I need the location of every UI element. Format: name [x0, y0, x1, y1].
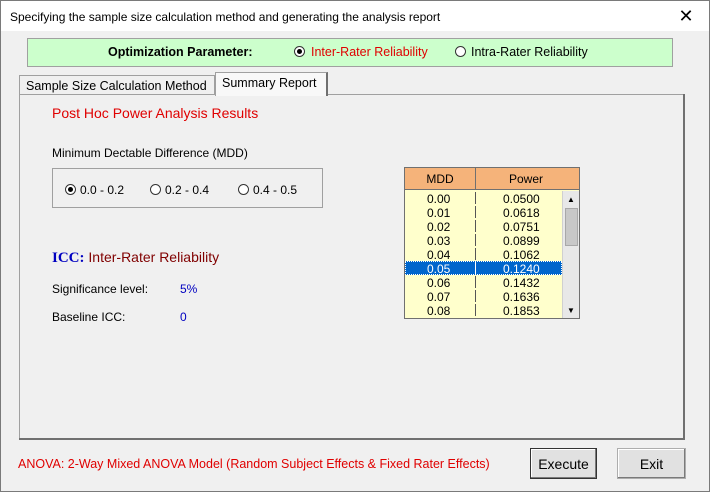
- baseline-icc-value: 0: [180, 310, 187, 324]
- table-row[interactable]: 0.00 0.0500: [405, 191, 562, 206]
- table-row[interactable]: 0.03 0.0899: [405, 233, 562, 248]
- window-title: Specifying the sample size calculation m…: [10, 10, 441, 24]
- optimization-label: Optimization Parameter:: [108, 45, 253, 59]
- title-bar: Specifying the sample size calculation m…: [1, 1, 709, 31]
- mdd-cell: 0.08: [427, 304, 451, 318]
- page-edge-bottom: [19, 438, 685, 440]
- cell-divider: [475, 276, 476, 288]
- scroll-thumb[interactable]: [565, 208, 578, 246]
- cell-divider: [475, 304, 476, 316]
- report-heading: Post Hoc Power Analysis Results: [52, 105, 259, 121]
- intra-rater-label[interactable]: Intra-Rater Reliability: [471, 45, 588, 59]
- column-header-power: Power: [475, 168, 576, 189]
- cell-divider: [475, 290, 476, 302]
- cell-divider: [475, 234, 476, 246]
- scroll-down-arrow-icon[interactable]: ▼: [563, 302, 579, 318]
- power-cell: 0.0500: [503, 192, 540, 206]
- cell-divider: [475, 220, 476, 232]
- tab-summary-report[interactable]: Summary Report: [215, 72, 328, 96]
- mdd-cell: 0.02: [427, 220, 451, 234]
- icc-key: ICC:: [52, 250, 85, 266]
- mdd-range-group: 0.0 - 0.2 0.2 - 0.4 0.4 - 0.5: [52, 168, 323, 208]
- inter-rater-radio[interactable]: [294, 46, 305, 57]
- tab-sample-size-calculation-method[interactable]: Sample Size Calculation Method: [19, 75, 215, 95]
- anova-model-text: ANOVA: 2-Way Mixed ANOVA Model (Random S…: [18, 457, 490, 471]
- power-cell: 0.1240: [503, 262, 540, 276]
- mdd-radio-2[interactable]: [150, 184, 161, 195]
- mdd-radio-1[interactable]: [65, 184, 76, 195]
- power-cell: 0.0618: [503, 206, 540, 220]
- inter-rater-label[interactable]: Inter-Rater Reliability: [311, 45, 428, 59]
- mdd-option-0.2-0.4[interactable]: 0.2 - 0.4: [150, 183, 209, 197]
- cell-divider: [475, 192, 476, 204]
- table-row[interactable]: 0.06 0.1432: [405, 275, 562, 290]
- power-cell: 0.0899: [503, 234, 540, 248]
- power-table-rows: 0.00 0.0500 0.01 0.0618 0.02 0.0751 0.03 0.0…: [405, 191, 562, 318]
- table-row[interactable]: 0.07 0.1636: [405, 289, 562, 304]
- table-row[interactable]: 0.04 0.1062: [405, 247, 562, 262]
- column-header-mdd: MDD: [426, 172, 454, 186]
- mdd-option-0.4-0.5[interactable]: 0.4 - 0.5: [238, 183, 297, 197]
- mdd-option-0-0.2[interactable]: 0.0 - 0.2: [65, 183, 124, 197]
- page-edge-right: [683, 94, 685, 440]
- baseline-icc-label: Baseline ICC:: [52, 310, 126, 324]
- mdd-option-label: 0.2 - 0.4: [165, 183, 210, 197]
- power-cell: 0.0751: [503, 220, 540, 234]
- table-row[interactable]: 0.01 0.0618: [405, 205, 562, 220]
- mdd-label: Minimum Dectable Difference (MDD): [52, 146, 248, 160]
- mdd-radio-3[interactable]: [238, 184, 249, 195]
- mdd-cell: 0.04: [427, 248, 451, 262]
- cell-divider: [475, 262, 476, 274]
- significance-label: Significance level:: [52, 282, 149, 296]
- mdd-cell: 0.01: [427, 206, 451, 220]
- mdd-cell: 0.06: [427, 276, 451, 290]
- power-cell: 0.1636: [503, 290, 540, 304]
- power-cell: 0.1062: [503, 248, 540, 262]
- cell-divider: [475, 248, 476, 260]
- power-cell: 0.1853: [503, 304, 540, 318]
- icc-value: Inter-Rater Reliability: [88, 249, 220, 265]
- scroll-up-arrow-icon[interactable]: ▲: [563, 191, 579, 207]
- table-scrollbar[interactable]: ▲ ▼: [562, 191, 579, 318]
- mdd-cell: 0.07: [427, 290, 451, 304]
- significance-value: 5%: [180, 282, 198, 296]
- table-row[interactable]: 0.02 0.0751: [405, 219, 562, 234]
- table-row[interactable]: 0.08 0.1853: [405, 303, 562, 318]
- close-icon[interactable]: ✕: [663, 1, 709, 31]
- power-table[interactable]: MDD Power 0.00 0.0500 0.01 0.0618 0.02 0.07…: [404, 167, 580, 319]
- power-cell: 0.1432: [503, 276, 540, 290]
- execute-button[interactable]: Execute: [530, 448, 597, 479]
- mdd-option-label: 0.4 - 0.5: [253, 183, 298, 197]
- power-table-header: MDD Power: [405, 168, 579, 190]
- intra-rater-radio[interactable]: [455, 46, 466, 57]
- exit-button[interactable]: Exit: [617, 448, 686, 479]
- icc-title: ICC: Inter-Rater Reliability: [52, 249, 219, 267]
- table-row-selected[interactable]: 0.05 0.1240: [405, 261, 562, 276]
- cell-divider: [475, 206, 476, 218]
- optimization-panel: Optimization Parameter: Inter-Rater Reli…: [27, 38, 673, 67]
- mdd-cell: 0.00: [427, 192, 451, 206]
- mdd-cell: 0.03: [427, 234, 451, 248]
- dialog-window: Specifying the sample size calculation m…: [0, 0, 710, 492]
- mdd-option-label: 0.0 - 0.2: [80, 183, 125, 197]
- mdd-cell: 0.05: [427, 262, 451, 276]
